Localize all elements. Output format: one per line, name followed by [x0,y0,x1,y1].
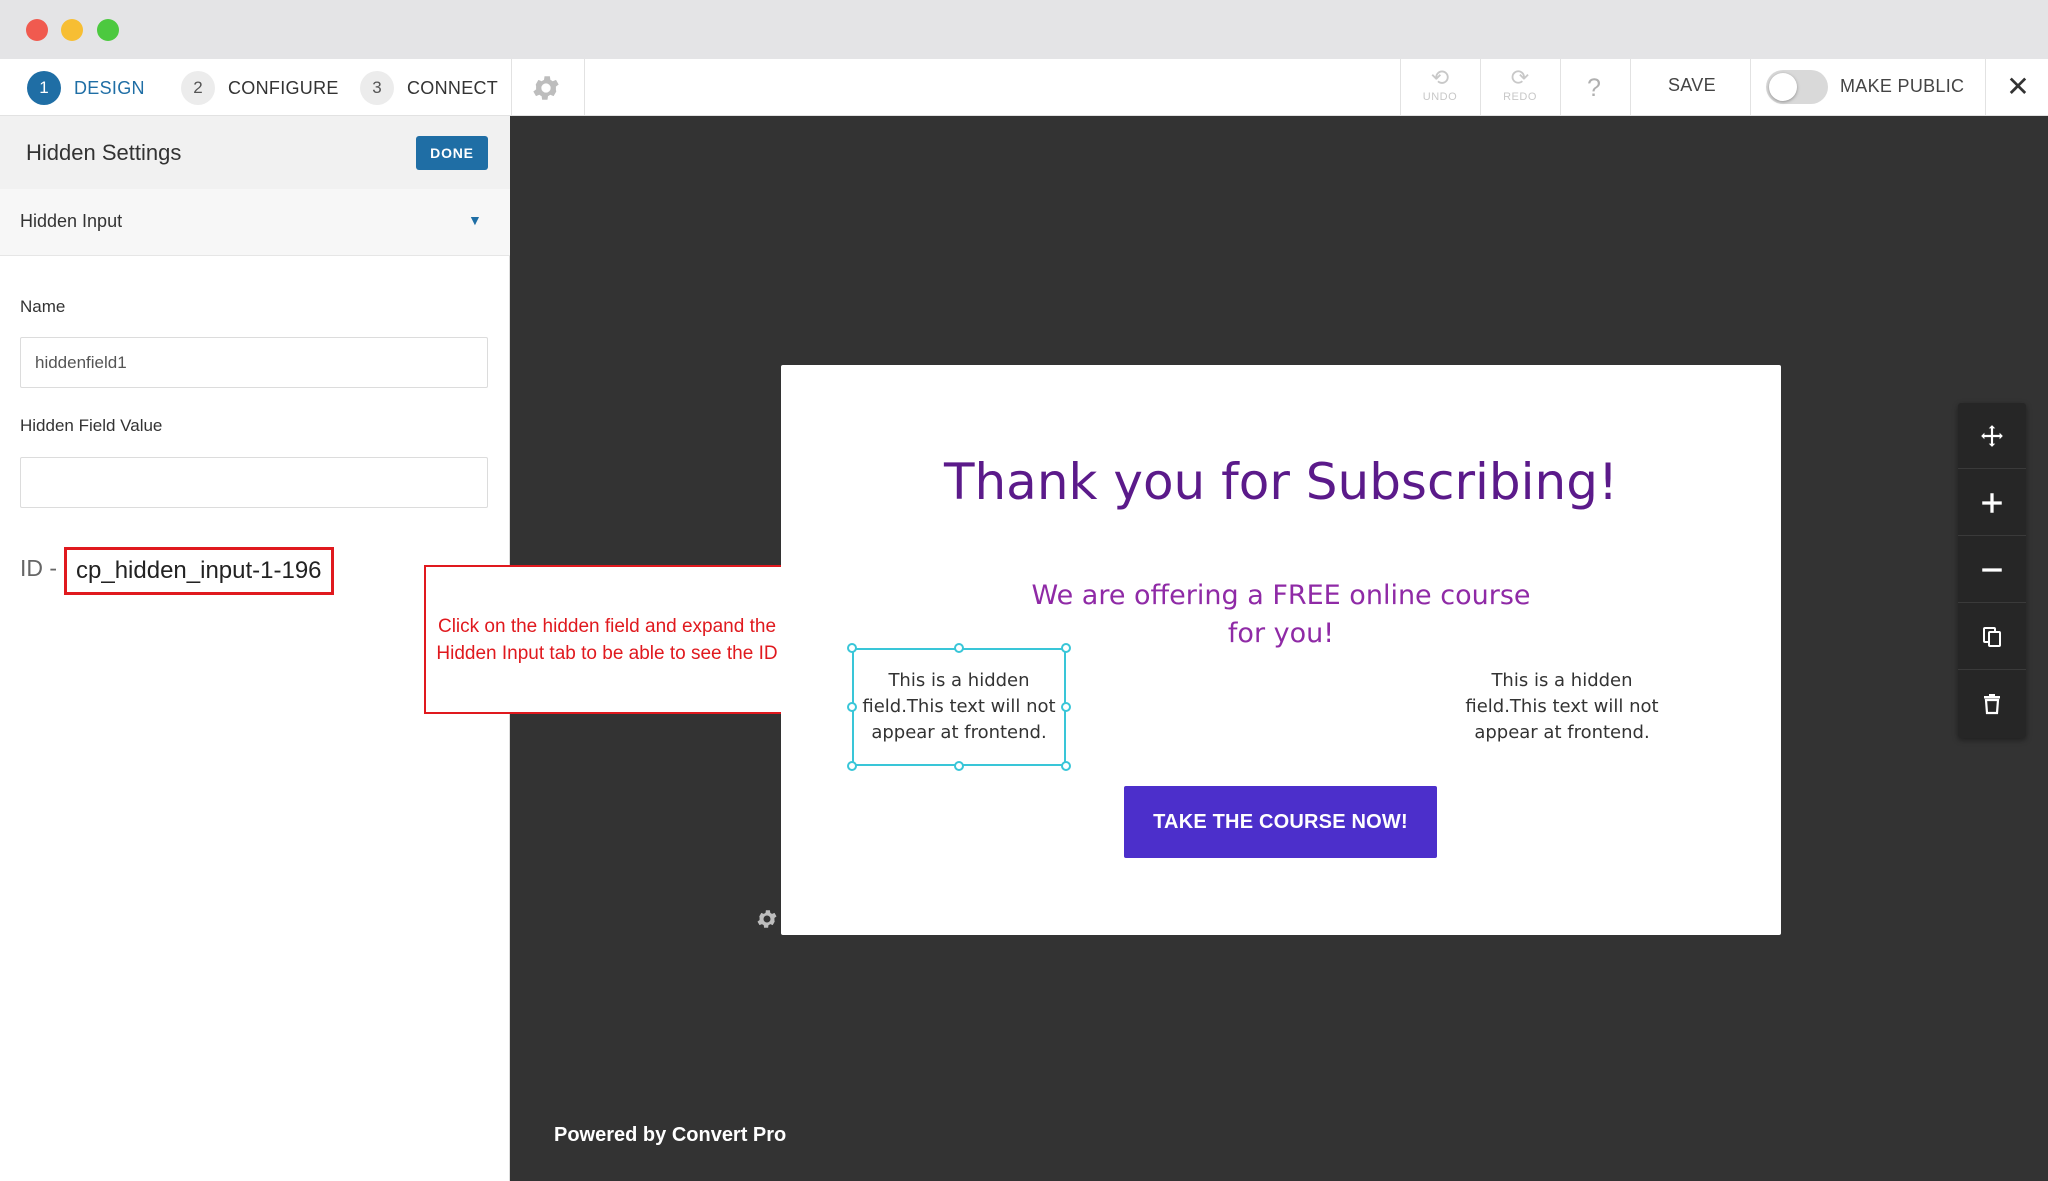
step-design[interactable]: 1 DESIGN [27,71,145,105]
popup-modal[interactable]: Thank you for Subscribing! We are offeri… [781,365,1781,935]
hidden-field-text: This is a hidden field.This text will no… [1465,670,1659,743]
resize-handle[interactable] [1061,643,1071,653]
hidden-field-value-label: Hidden Field Value [20,416,163,435]
id-value: cp_hidden_input-1-196 [76,557,322,584]
panel-header: Hidden Settings DONE [0,116,510,189]
hidden-field[interactable]: This is a hidden field.This text will no… [1455,648,1669,766]
modal-settings-gear-icon[interactable] [755,907,779,931]
toolbar-divider [1630,59,1631,116]
step-number: 3 [360,71,394,105]
resize-handle[interactable] [954,643,964,653]
close-editor-button[interactable]: ✕ [2002,69,2034,105]
duplicate-icon[interactable] [1958,604,2026,670]
save-button[interactable]: SAVE [1668,75,1716,96]
redo-label: REDO [1503,91,1537,103]
toolbar-divider [1750,59,1751,116]
toolbar-divider [511,59,512,116]
modal-subtitle[interactable]: We are offering a FREE online course for… [1031,577,1531,653]
redo-button[interactable]: ⟳ REDO [1490,65,1550,111]
make-public-toggle[interactable] [1766,70,1828,104]
step-number: 2 [181,71,215,105]
id-value-highlight: cp_hidden_input-1-196 [64,547,334,595]
accordion-label: Hidden Input [20,211,123,231]
undo-icon: ⟲ [1430,65,1450,90]
step-label: CONFIGURE [228,77,339,98]
toolbar-divider [1985,59,1986,116]
hidden-field-value-input[interactable] [20,457,488,508]
hidden-field-text: This is a hidden field.This text will no… [862,670,1056,743]
resize-handle[interactable] [1061,702,1071,712]
window-maximize-dot[interactable] [97,19,119,41]
undo-button[interactable]: ⟲ UNDO [1410,65,1470,111]
take-course-button[interactable]: TAKE THE COURSE NOW! [1124,786,1437,858]
hidden-input-accordion[interactable]: Hidden Input ▼ [0,189,510,256]
window-close-dot[interactable] [26,19,48,41]
make-public-label: MAKE PUBLIC [1840,76,1965,96]
help-button[interactable]: ? [1577,71,1611,105]
step-label: CONNECT [407,77,499,98]
resize-handle[interactable] [1061,761,1071,771]
resize-handle[interactable] [847,761,857,771]
editor-toolbar: 1 DESIGN 2 CONFIGURE 3 CONNECT ⟲ UNDO ⟳ … [0,59,2048,116]
zoom-in-icon[interactable] [1958,470,2026,536]
hidden-field-selected[interactable]: This is a hidden field.This text will no… [847,643,1071,771]
toolbar-divider [584,59,585,116]
modal-title[interactable]: Thank you for Subscribing! [781,453,1781,511]
resize-handle[interactable] [954,761,964,771]
undo-label: UNDO [1422,91,1458,103]
resize-handle[interactable] [847,702,857,712]
done-button[interactable]: DONE [416,136,488,170]
step-number: 1 [27,71,61,105]
name-field[interactable] [20,337,488,388]
move-icon[interactable] [1958,403,2026,469]
id-prefix: ID - [20,555,58,581]
redo-icon: ⟳ [1510,65,1530,90]
toolbar-divider [1480,59,1481,116]
panel-title: Hidden Settings [26,140,182,165]
step-label: DESIGN [74,77,145,98]
caret-down-icon: ▼ [468,212,482,228]
window-titlebar [0,0,2048,59]
gear-icon[interactable] [530,72,562,104]
resize-handle[interactable] [847,643,857,653]
delete-icon[interactable] [1958,671,2026,737]
toolbar-divider [1400,59,1401,116]
toolbar-divider [1560,59,1561,116]
canvas-tools [1958,403,2026,738]
step-configure[interactable]: 2 CONFIGURE [181,71,339,105]
toggle-knob [1769,73,1797,101]
powered-by-text: Powered by Convert Pro [554,1124,787,1146]
step-connect[interactable]: 3 CONNECT [360,71,498,105]
window-minimize-dot[interactable] [61,19,83,41]
zoom-out-icon[interactable] [1958,537,2026,603]
name-label: Name [20,297,66,316]
